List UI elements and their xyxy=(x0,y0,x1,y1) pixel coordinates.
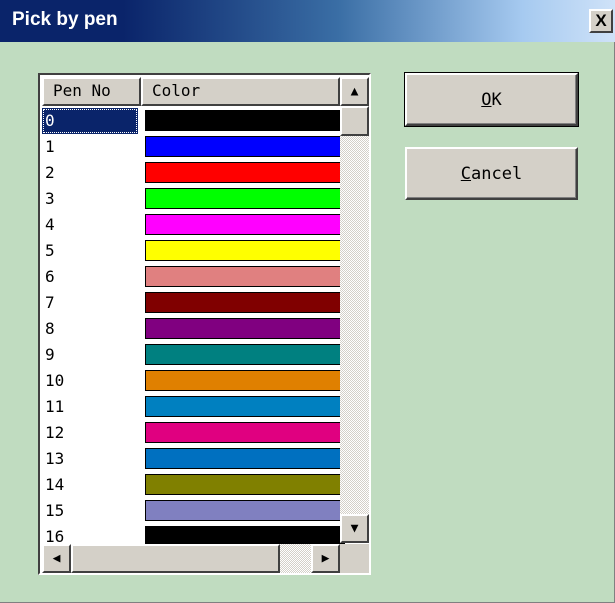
pen-number: 3 xyxy=(45,189,55,208)
pen-number: 11 xyxy=(45,397,65,416)
pen-row[interactable]: 10 xyxy=(42,368,345,394)
column-header-pen-no[interactable]: Pen No xyxy=(42,77,141,106)
pen-number: 5 xyxy=(45,241,55,260)
pen-row[interactable]: 11 xyxy=(42,394,345,420)
pen-number: 2 xyxy=(45,163,55,182)
pen-number: 10 xyxy=(45,371,65,390)
scrollbar-corner xyxy=(340,544,369,573)
pen-color-swatch xyxy=(145,396,345,417)
vertical-scroll-thumb[interactable] xyxy=(340,106,369,136)
pen-row[interactable]: 3 xyxy=(42,186,345,212)
pen-color-swatch xyxy=(145,292,345,313)
pen-color-swatch xyxy=(145,110,345,131)
pen-number: 6 xyxy=(45,267,55,286)
vertical-scrollbar[interactable]: ▲ ▼ xyxy=(340,77,369,543)
window-title: Pick by pen xyxy=(12,9,118,30)
pen-number: 14 xyxy=(45,475,65,494)
scroll-right-button[interactable]: ▶ xyxy=(311,544,340,573)
column-header-color-label: Color xyxy=(152,81,201,100)
pen-list[interactable]: Pen No Color 0 1 2 3 4 5 6 7 8 9 10 11 12 13 14 15 16 ▲ … xyxy=(38,73,371,575)
pen-row[interactable]: 12 xyxy=(42,420,345,446)
pen-row[interactable]: 7 xyxy=(42,290,345,316)
pen-number: 9 xyxy=(45,345,55,364)
pen-row[interactable]: 8 xyxy=(42,316,345,342)
pen-number: 1 xyxy=(45,137,55,156)
pen-color-swatch xyxy=(145,214,345,235)
pen-row[interactable]: 9 xyxy=(42,342,345,368)
pen-row[interactable]: 15 xyxy=(42,498,345,524)
pen-number: 12 xyxy=(45,423,65,442)
column-header-pen-no-label: Pen No xyxy=(53,81,111,100)
pen-color-swatch xyxy=(145,344,345,365)
horizontal-scrollbar[interactable]: ◀ ▶ xyxy=(42,544,340,573)
ok-button-label: OK xyxy=(481,89,502,110)
pen-row[interactable]: 13 xyxy=(42,446,345,472)
pen-rows: 0 1 2 3 4 5 6 7 8 9 10 11 12 13 14 15 16 xyxy=(42,108,345,550)
close-icon: X xyxy=(595,11,607,30)
horizontal-scroll-thumb[interactable] xyxy=(71,544,280,573)
pick-by-pen-dialog: Pick by pen X Pen No Color 0 1 2 3 4 5 6 7 8 9 10 1… xyxy=(0,0,615,603)
pen-number: 4 xyxy=(45,215,55,234)
pen-row[interactable]: 6 xyxy=(42,264,345,290)
pen-number: 8 xyxy=(45,319,55,338)
pen-number: 0 xyxy=(42,108,138,134)
pen-color-swatch xyxy=(145,448,345,469)
pen-color-swatch xyxy=(145,266,345,287)
ok-button[interactable]: OK xyxy=(404,72,579,127)
pen-row[interactable]: 2 xyxy=(42,160,345,186)
up-arrow-icon: ▲ xyxy=(350,84,359,99)
scroll-up-button[interactable]: ▲ xyxy=(340,77,369,106)
right-arrow-icon: ▶ xyxy=(321,551,330,566)
pen-number: 15 xyxy=(45,501,65,520)
pen-color-swatch xyxy=(145,318,345,339)
pen-row[interactable]: 4 xyxy=(42,212,345,238)
pen-color-swatch xyxy=(145,240,345,261)
pen-color-swatch xyxy=(145,474,345,495)
pen-row[interactable]: 5 xyxy=(42,238,345,264)
down-arrow-icon: ▼ xyxy=(350,521,359,536)
pen-number: 7 xyxy=(45,293,55,312)
scroll-left-button[interactable]: ◀ xyxy=(42,544,71,573)
pen-row[interactable]: 14 xyxy=(42,472,345,498)
left-arrow-icon: ◀ xyxy=(52,551,61,566)
pen-row[interactable]: 0 xyxy=(42,108,345,134)
cancel-button-label: Cancel xyxy=(460,163,523,184)
pen-color-swatch xyxy=(145,370,345,391)
scroll-down-button[interactable]: ▼ xyxy=(340,514,369,543)
cancel-button[interactable]: Cancel xyxy=(405,147,578,200)
pen-color-swatch xyxy=(145,500,345,521)
pen-color-swatch xyxy=(145,188,345,209)
pen-color-swatch xyxy=(145,422,345,443)
pen-color-swatch xyxy=(145,136,345,157)
pen-color-swatch xyxy=(145,162,345,183)
column-header-color[interactable]: Color xyxy=(141,77,340,106)
pen-number: 13 xyxy=(45,449,65,468)
title-bar[interactable]: Pick by pen X xyxy=(0,0,615,42)
close-button[interactable]: X xyxy=(589,9,613,33)
pen-row[interactable]: 1 xyxy=(42,134,345,160)
